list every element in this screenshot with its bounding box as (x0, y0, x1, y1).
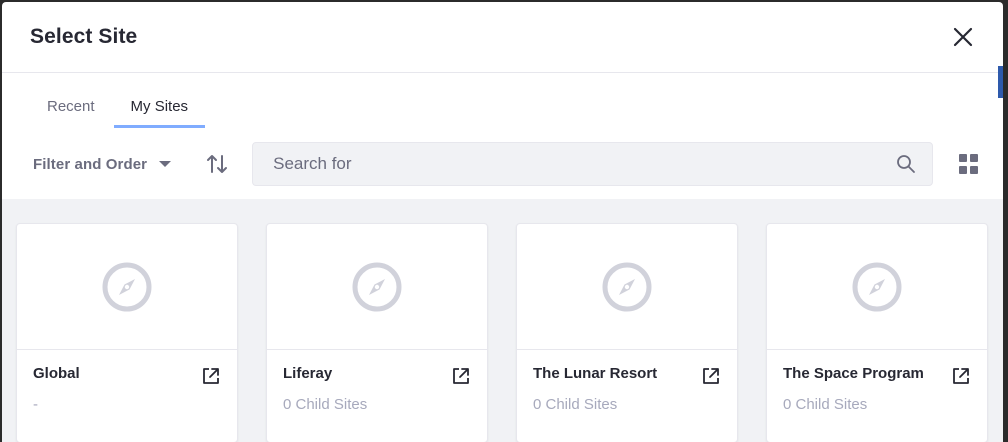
cards-view-icon-cell (959, 165, 967, 174)
site-child-count: 0 Child Sites (283, 396, 368, 413)
compass-icon (352, 262, 402, 311)
card-visual (17, 224, 237, 350)
scrollbar[interactable] (998, 66, 1003, 98)
card-visual (517, 224, 737, 350)
site-card-global[interactable]: Global - (16, 223, 238, 442)
select-site-modal: Select Site Recent My Sites Filter and O… (2, 2, 1003, 442)
cards-view-icon-cell (970, 154, 978, 162)
compass-icon (102, 262, 152, 311)
close-icon (953, 27, 973, 47)
sites-grid: Global - Liferay 0 Child Sites The Lunar… (2, 199, 1003, 442)
compass-icon (852, 262, 902, 311)
tabs-nav: Recent My Sites (2, 73, 1003, 128)
site-child-count: 0 Child Sites (533, 396, 618, 413)
cards-view-icon-cell (970, 165, 978, 174)
search-input[interactable] (271, 153, 896, 175)
site-child-count: - (33, 396, 38, 413)
external-link-icon[interactable] (201, 366, 221, 386)
card-body: The Lunar Resort 0 Child Sites (517, 350, 737, 413)
filter-and-order-button[interactable]: Filter and Order (33, 155, 172, 173)
site-card-space-program[interactable]: The Space Program 0 Child Sites (766, 223, 988, 442)
site-name: The Space Program (783, 365, 924, 382)
search-icon[interactable] (896, 154, 916, 174)
card-body: Liferay 0 Child Sites (267, 350, 487, 413)
site-card-liferay[interactable]: Liferay 0 Child Sites (266, 223, 488, 442)
management-toolbar: Filter and Order (2, 128, 1003, 200)
modal-header: Select Site (2, 2, 1003, 73)
external-link-icon[interactable] (451, 366, 471, 386)
card-body: Global - (17, 350, 237, 413)
cards-view-icon (959, 154, 967, 162)
tab-recent[interactable]: Recent (30, 98, 112, 128)
compass-icon (602, 262, 652, 311)
site-child-count: 0 Child Sites (783, 396, 868, 413)
display-style-button[interactable] (959, 154, 979, 174)
card-visual (267, 224, 487, 350)
sort-button[interactable] (204, 151, 230, 177)
site-name: Global (33, 365, 80, 382)
external-link-icon[interactable] (701, 366, 721, 386)
card-visual (767, 224, 987, 350)
tab-my-sites[interactable]: My Sites (113, 98, 206, 128)
search-field (252, 142, 933, 186)
filter-and-order-label: Filter and Order (33, 155, 148, 173)
modal-title: Select Site (30, 25, 138, 48)
sort-icon (207, 155, 228, 173)
site-card-lunar-resort[interactable]: The Lunar Resort 0 Child Sites (516, 223, 738, 442)
card-body: The Space Program 0 Child Sites (767, 350, 987, 413)
site-name: Liferay (283, 365, 333, 382)
external-link-icon[interactable] (951, 366, 971, 386)
caret-down-icon (159, 161, 172, 167)
site-name: The Lunar Resort (533, 365, 658, 382)
close-button[interactable] (949, 23, 977, 51)
